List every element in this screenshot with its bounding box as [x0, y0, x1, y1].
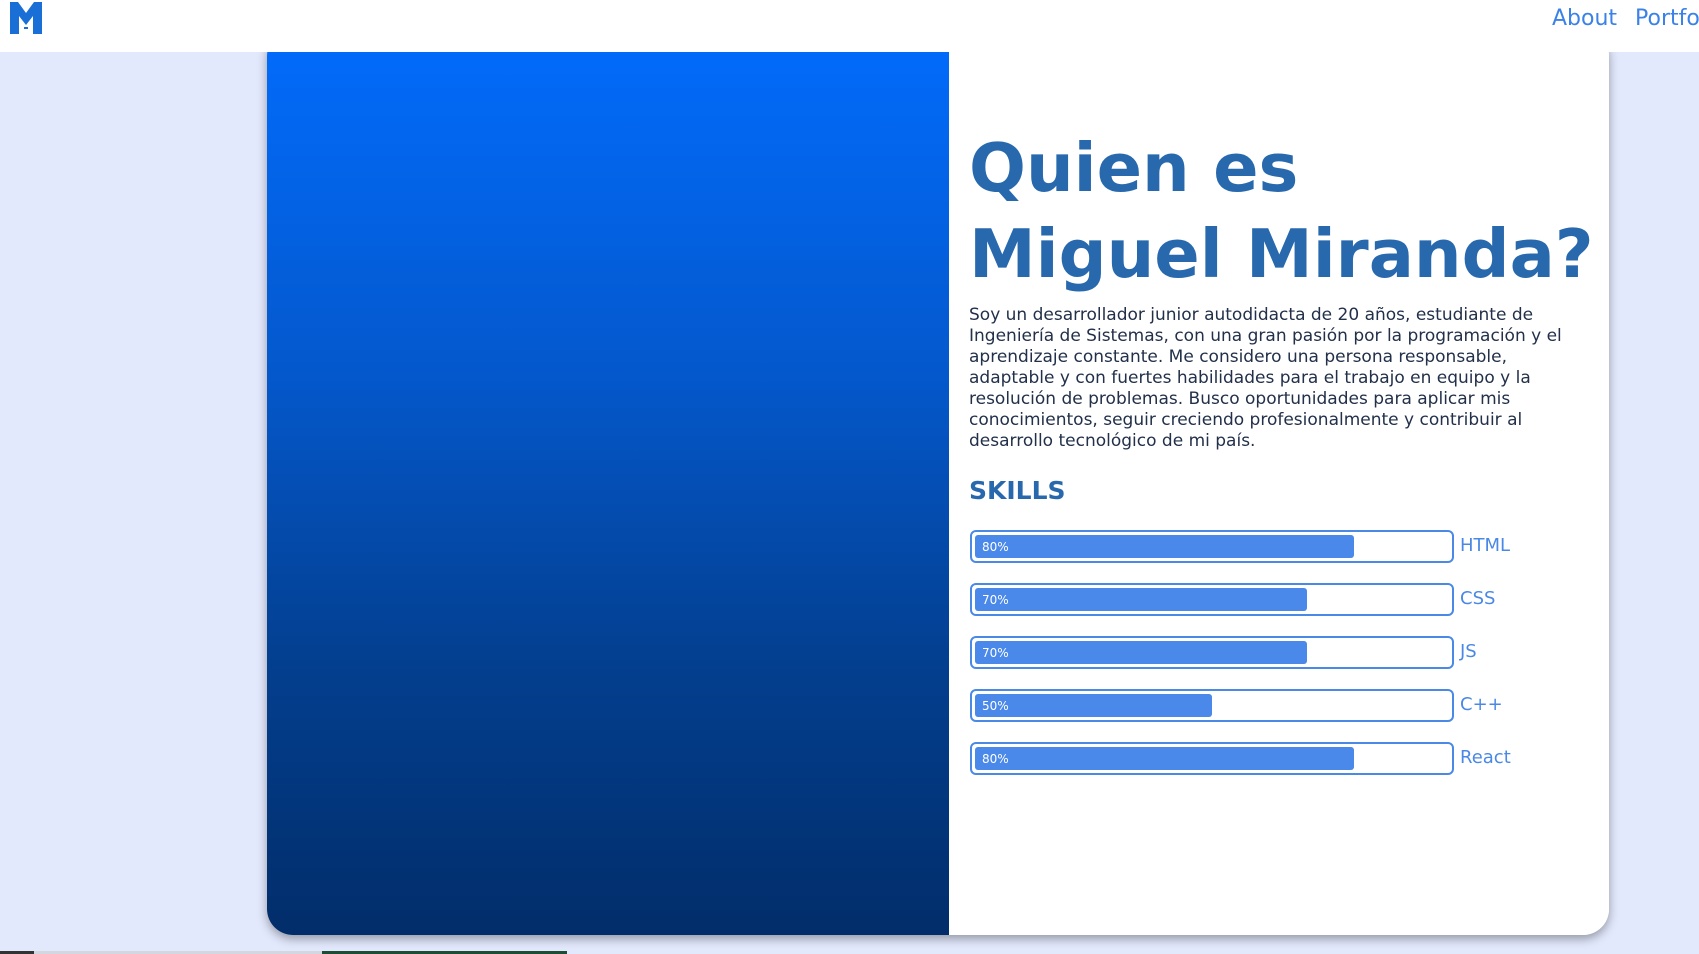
skill-percent: 50% [982, 699, 1009, 713]
skill-bar-fill: 70% [975, 588, 1307, 611]
skill-name: React [1460, 747, 1511, 768]
skill-bar-fill: 50% [975, 694, 1212, 717]
skills-heading: SKILLS [969, 476, 1066, 505]
skill-bar-track: 80% [970, 742, 1454, 775]
skill-row-js: 70% JS [970, 636, 1590, 669]
nav-links: About Portfolio [1552, 6, 1699, 31]
skill-row-html: 80% HTML [970, 530, 1590, 563]
skill-name: JS [1460, 641, 1477, 662]
skill-percent: 70% [982, 646, 1009, 660]
skill-percent: 70% [982, 593, 1009, 607]
about-description: Soy un desarrollador junior autodidacta … [969, 305, 1562, 451]
skill-name: CSS [1460, 588, 1496, 609]
skill-name: HTML [1460, 535, 1511, 556]
skill-bar-track: 50% [970, 689, 1454, 722]
nav-link-portfolio[interactable]: Portfolio [1635, 6, 1699, 31]
skill-percent: 80% [982, 752, 1009, 766]
skill-bar-fill: 80% [975, 747, 1354, 770]
skill-row-react: 80% React [970, 742, 1590, 775]
gradient-image-panel [267, 30, 949, 935]
skill-name: C++ [1460, 694, 1503, 715]
page-title: Quien es Miguel Miranda? [969, 125, 1609, 297]
navbar: About Portfolio [0, 0, 1699, 52]
skill-bar-track: 70% [970, 636, 1454, 669]
about-content: Quien es Miguel Miranda? Soy un desarrol… [949, 30, 1609, 935]
about-card: Quien es Miguel Miranda? Soy un desarrol… [267, 30, 1609, 935]
skill-percent: 80% [982, 540, 1009, 554]
skill-bar-track: 80% [970, 530, 1454, 563]
title-line-2: Miguel Miranda? [969, 215, 1594, 293]
nav-link-about[interactable]: About [1552, 6, 1617, 31]
skill-bar-fill: 80% [975, 535, 1354, 558]
m-logo-icon[interactable] [8, 0, 44, 36]
skill-row-cpp: 50% C++ [970, 689, 1590, 722]
skill-row-css: 70% CSS [970, 583, 1590, 616]
skill-bar-fill: 70% [975, 641, 1307, 664]
title-line-1: Quien es [969, 129, 1299, 207]
skill-bar-track: 70% [970, 583, 1454, 616]
